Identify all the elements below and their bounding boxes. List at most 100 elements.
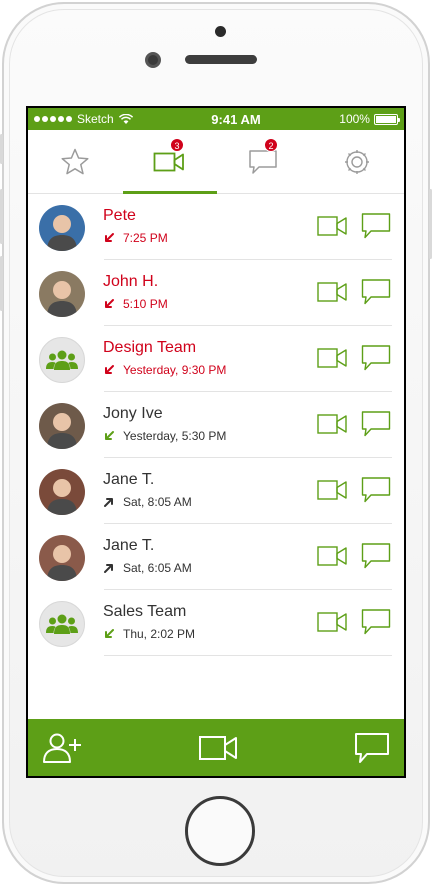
signal-dots-icon [34, 116, 72, 122]
video-call-button[interactable] [317, 347, 347, 369]
outgoing-arrow-icon [103, 496, 115, 508]
proximity-sensor [215, 26, 226, 37]
chat-bubble-icon [361, 609, 391, 635]
contact-name: Sales Team [103, 603, 187, 620]
chat-bubble-icon [249, 149, 277, 174]
message-button[interactable] [361, 278, 391, 306]
avatar [39, 205, 85, 251]
avatar [39, 535, 85, 581]
volume-down-button [0, 256, 3, 311]
power-button [429, 189, 432, 259]
call-meta: Sat, 6:05 AM [103, 561, 192, 575]
call-meta: Sat, 8:05 AM [103, 495, 192, 509]
battery-percent: 100% [339, 112, 370, 126]
call-row[interactable]: Jony Ive Yesterday, 5:30 PM [28, 392, 404, 458]
contact-name: John H. [103, 273, 159, 290]
tab-favorites[interactable] [28, 130, 122, 193]
video-call-button[interactable] [317, 215, 347, 237]
contact-name: Design Team [103, 339, 197, 356]
group-avatar [39, 337, 85, 383]
volume-up-button [0, 189, 3, 244]
avatar [39, 403, 85, 449]
group-avatar [39, 601, 85, 647]
mute-switch [0, 134, 3, 164]
video-call-button[interactable] [317, 545, 347, 567]
app-screen: Sketch 9:41 AM 100% 3 2 Pete 7:25 PM Joh… [28, 108, 404, 776]
call-meta: Yesterday, 9:30 PM [103, 363, 226, 377]
call-meta: 5:10 PM [103, 297, 168, 311]
chat-bubble-icon [355, 732, 389, 763]
new-message-button[interactable] [354, 731, 390, 765]
call-row[interactable]: Jane T. Sat, 6:05 AM [28, 524, 404, 590]
call-row[interactable]: Pete 7:25 PM [28, 194, 404, 260]
add-contact-button[interactable] [42, 731, 82, 765]
video-camera-icon [317, 612, 347, 632]
screen: Sketch 9:41 AM 100% 3 2 Pete 7:25 PM Joh… [26, 106, 406, 778]
video-call-button[interactable] [317, 479, 347, 501]
star-icon [61, 148, 89, 174]
row-actions [317, 476, 391, 504]
battery-icon [373, 113, 400, 125]
row-actions [317, 542, 391, 570]
gear-icon [345, 149, 369, 174]
call-meta: 7:25 PM [103, 231, 168, 245]
call-time: Yesterday, 5:30 PM [123, 429, 227, 443]
incoming-arrow-icon [103, 430, 115, 442]
video-camera-icon [317, 546, 347, 566]
video-camera-icon [199, 735, 237, 760]
row-actions [317, 212, 391, 240]
message-button[interactable] [361, 476, 391, 504]
home-button[interactable] [185, 796, 255, 866]
group-icon [46, 614, 78, 634]
call-meta: Thu, 2:02 PM [103, 627, 195, 641]
call-meta: Yesterday, 5:30 PM [103, 429, 226, 443]
message-button[interactable] [361, 608, 391, 636]
chat-bubble-icon [361, 213, 391, 239]
chat-bubble-icon [361, 477, 391, 503]
message-button[interactable] [361, 410, 391, 438]
video-call-button[interactable] [317, 413, 347, 435]
call-time: 5:10 PM [123, 297, 168, 311]
call-time: Sat, 6:05 AM [123, 561, 192, 575]
person-photo [39, 403, 85, 449]
earpiece-speaker [185, 55, 257, 64]
video-call-button[interactable] [317, 611, 347, 633]
person-photo [39, 271, 85, 317]
messages-badge: 2 [264, 138, 278, 152]
video-camera-icon [317, 216, 347, 236]
video-camera-icon [317, 348, 347, 368]
tab-settings[interactable] [310, 130, 404, 193]
row-actions [317, 344, 391, 372]
message-button[interactable] [361, 542, 391, 570]
call-time: 7:25 PM [123, 231, 168, 245]
chat-bubble-icon [361, 543, 391, 569]
new-video-call-button[interactable] [198, 734, 238, 762]
call-row[interactable]: Design Team Yesterday, 9:30 PM [28, 326, 404, 392]
row-actions [317, 608, 391, 636]
call-row[interactable]: John H. 5:10 PM [28, 260, 404, 326]
wifi-icon [118, 113, 133, 124]
incoming-arrow-icon [103, 364, 115, 376]
tab-calls[interactable]: 3 [122, 130, 216, 193]
person-photo [39, 535, 85, 581]
outgoing-arrow-icon [103, 562, 115, 574]
tab-messages[interactable]: 2 [216, 130, 310, 193]
avatar [39, 271, 85, 317]
video-camera-icon [317, 480, 347, 500]
call-time: Sat, 8:05 AM [123, 495, 192, 509]
call-row[interactable]: Jane T. Sat, 8:05 AM [28, 458, 404, 524]
call-time: Thu, 2:02 PM [123, 627, 196, 641]
video-camera-icon [317, 414, 347, 434]
message-button[interactable] [361, 344, 391, 372]
call-info: Design Team Yesterday, 9:30 PM [103, 339, 226, 377]
chat-bubble-icon [361, 345, 391, 371]
status-time: 9:41 AM [211, 111, 261, 127]
message-button[interactable] [361, 212, 391, 240]
call-info: Jane T. Sat, 6:05 AM [103, 537, 192, 575]
add-contact-icon [43, 733, 81, 763]
call-list: Pete 7:25 PM John H. 5:10 PM Design Team Yest… [28, 194, 404, 656]
video-call-button[interactable] [317, 281, 347, 303]
call-row[interactable]: Sales Team Thu, 2:02 PM [28, 590, 404, 656]
incoming-arrow-icon [103, 298, 115, 310]
call-info: John H. 5:10 PM [103, 273, 168, 311]
